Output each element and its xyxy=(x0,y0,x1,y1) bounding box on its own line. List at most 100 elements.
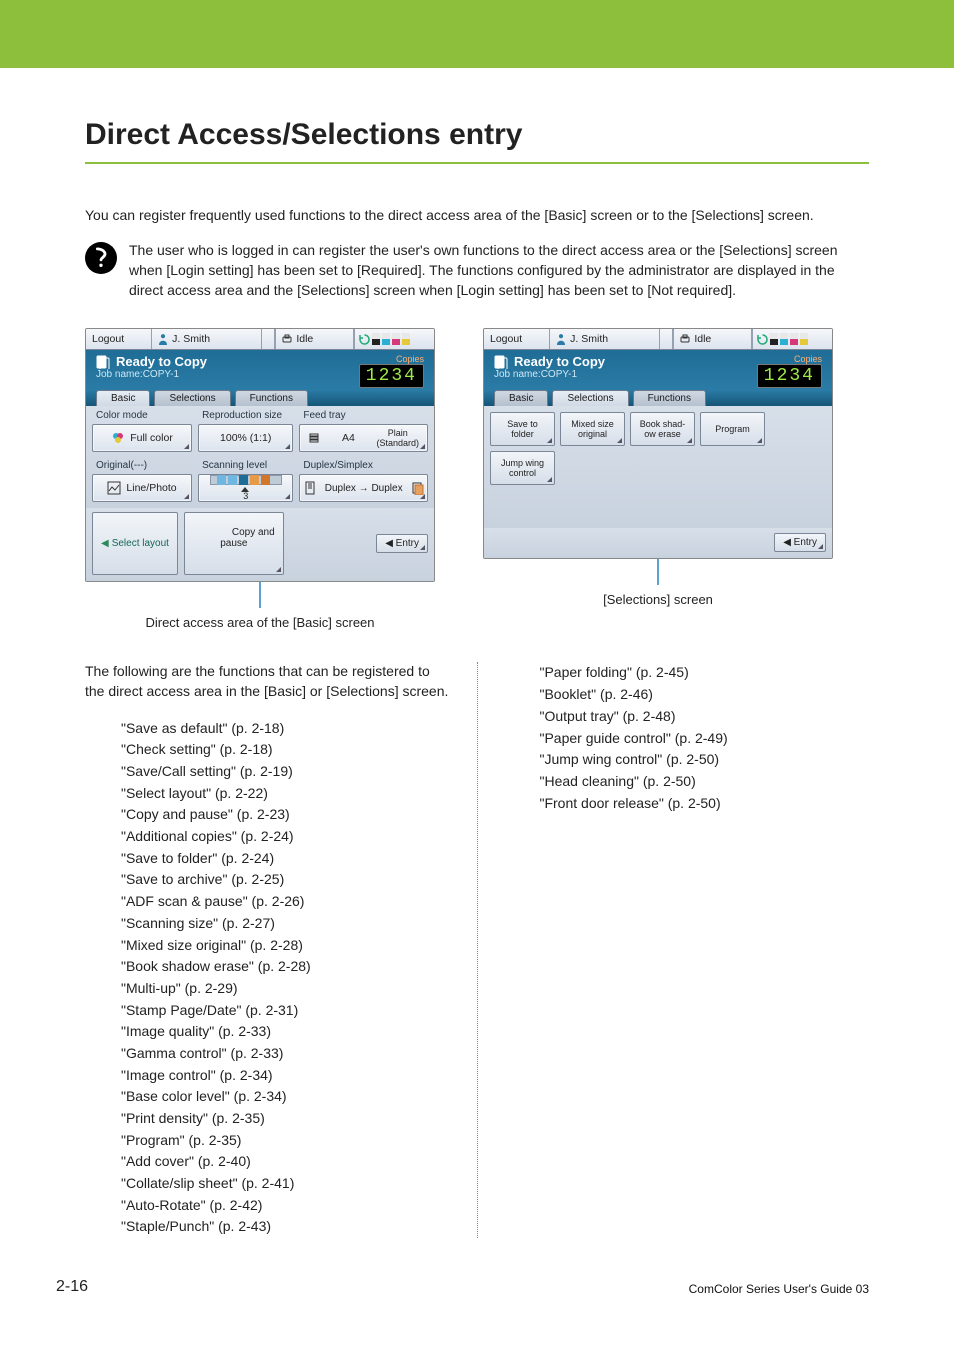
basic-screen-figure: Logout J. Smith Idle xyxy=(85,328,435,656)
ink-m-icon xyxy=(392,333,400,345)
ink-levels xyxy=(354,329,435,349)
function-list-left: "Save as default" (p. 2-18)"Check settin… xyxy=(85,718,451,1239)
user-cell: J. Smith xyxy=(152,329,262,349)
tab-selections[interactable]: Selections xyxy=(154,390,230,406)
function-item: "Output tray" (p. 2-48) xyxy=(540,706,870,728)
color-icon xyxy=(111,431,125,445)
function-item: "Add cover" (p. 2-40) xyxy=(121,1151,451,1173)
list-lead: The following are the functions that can… xyxy=(85,662,451,701)
sel-save-to-folder[interactable]: Save to folder xyxy=(490,412,555,446)
tab-basic[interactable]: Basic xyxy=(96,390,150,406)
copy-pause-label: Copy and pause xyxy=(220,527,274,549)
function-item: "Collate/slip sheet" (p. 2-41) xyxy=(121,1173,451,1195)
scan-label: Scanning level xyxy=(198,458,293,474)
original-button[interactable]: Line/Photo xyxy=(92,474,192,502)
function-item: "Copy and pause" (p. 2-23) xyxy=(121,804,451,826)
page-title: Direct Access/Selections entry xyxy=(85,118,869,152)
copies-value: 1234 xyxy=(359,364,424,388)
entry-button[interactable]: ◀ Entry xyxy=(376,534,428,553)
note-text: The user who is logged in can register t… xyxy=(129,240,869,301)
function-item: "Program" (p. 2-35) xyxy=(121,1130,451,1152)
status-idle-2: Idle xyxy=(673,329,751,349)
function-item: "Save as default" (p. 2-18) xyxy=(121,718,451,740)
function-item: "Book shadow erase" (p. 2-28) xyxy=(121,956,451,978)
sel-jump-wing-control[interactable]: Jump wing control xyxy=(490,451,555,485)
tab-selections-2[interactable]: Selections xyxy=(552,390,628,406)
function-item: "Auto-Rotate" (p. 2-42) xyxy=(121,1195,451,1217)
callout-pointer-2 xyxy=(657,559,659,585)
printer-icon xyxy=(680,334,690,344)
entry-button-2[interactable]: ◀ Entry xyxy=(774,533,826,552)
ink-levels-2 xyxy=(752,329,833,349)
function-item: "Save to folder" (p. 2-24) xyxy=(121,848,451,870)
ready-icon xyxy=(494,355,508,369)
function-item: "Mixed size original" (p. 2-28) xyxy=(121,935,451,957)
selections-screen-figure: Logout J. Smith Idle xyxy=(483,328,833,656)
ink-k-icon xyxy=(372,333,380,345)
ready-title: Ready to Copy xyxy=(116,354,207,369)
select-layout-label: Select layout xyxy=(112,538,169,549)
function-item: "Jump wing control" (p. 2-50) xyxy=(540,749,870,771)
repro-button[interactable]: 100% (1:1) xyxy=(198,424,293,452)
column-separator xyxy=(477,662,478,1238)
color-mode-label: Color mode xyxy=(92,408,192,424)
function-item: "Paper folding" (p. 2-45) xyxy=(540,662,870,684)
logout-button[interactable]: Logout xyxy=(86,329,152,349)
feed-button[interactable]: A4 Plain (Standard) xyxy=(299,424,428,452)
original-value: Line/Photo xyxy=(126,482,176,494)
duplex-button[interactable]: Duplex → Duplex xyxy=(299,474,428,502)
logout-button-2[interactable]: Logout xyxy=(484,329,550,349)
tab-functions[interactable]: Functions xyxy=(235,390,308,406)
copy-and-pause-button[interactable]: Copy and pause xyxy=(184,512,284,575)
user-icon xyxy=(556,333,566,345)
user-icon xyxy=(158,333,168,345)
intro-text: You can register frequently used functio… xyxy=(85,206,869,226)
select-layout-button[interactable]: ◀Select layout xyxy=(92,512,178,575)
ink-c-icon xyxy=(382,333,390,345)
sel-mixed-size-original[interactable]: Mixed size original xyxy=(560,412,625,446)
function-item: "Print density" (p. 2-35) xyxy=(121,1108,451,1130)
sel-program[interactable]: Program xyxy=(700,412,765,446)
duplex-in-icon xyxy=(304,481,318,495)
function-item: "Front door release" (p. 2-50) xyxy=(540,793,870,815)
callout-pointer xyxy=(259,582,261,608)
function-item: "Booklet" (p. 2-46) xyxy=(540,684,870,706)
sel-book-shadow-erase[interactable]: Book shad- ow erase xyxy=(630,412,695,446)
tab-functions-2[interactable]: Functions xyxy=(633,390,706,406)
basic-caption: Direct access area of the [Basic] screen xyxy=(85,615,435,630)
color-mode-value: Full color xyxy=(130,432,173,444)
printer-icon xyxy=(282,334,292,344)
scan-button[interactable]: 3 xyxy=(198,474,293,502)
tab-basic-2[interactable]: Basic xyxy=(494,390,548,406)
function-item: "Gamma control" (p. 2-33) xyxy=(121,1043,451,1065)
refresh-icon xyxy=(757,334,768,345)
entry-label: ◀ Entry xyxy=(385,538,419,549)
note-block: The user who is logged in can register t… xyxy=(85,240,869,301)
feed-value1: A4 xyxy=(342,432,355,444)
function-item: "Head cleaning" (p. 2-50) xyxy=(540,771,870,793)
duplex-out-icon xyxy=(410,481,424,495)
function-item: "Save to archive" (p. 2-25) xyxy=(121,869,451,891)
job-name: Job name:COPY-1 xyxy=(96,369,207,380)
scan-value: 3 xyxy=(243,491,248,501)
duplex-label: Duplex/Simplex xyxy=(299,458,428,474)
function-list-right: "Paper folding" (p. 2-45)"Booklet" (p. 2… xyxy=(504,662,870,814)
page-number: 2-16 xyxy=(56,1278,88,1296)
color-mode-button[interactable]: Full color xyxy=(92,424,192,452)
function-item: "Multi-up" (p. 2-29) xyxy=(121,978,451,1000)
function-item: "Check setting" (p. 2-18) xyxy=(121,739,451,761)
ready-icon xyxy=(96,355,110,369)
feed-value2: Plain (Standard) xyxy=(376,428,419,448)
duplex-value: Duplex → Duplex xyxy=(325,483,403,494)
copies-label: Copies xyxy=(359,354,424,364)
tray-icon xyxy=(308,432,320,444)
ink-y-icon xyxy=(402,333,410,345)
selections-caption: [Selections] screen xyxy=(483,592,833,607)
function-item: "Staple/Punch" (p. 2-43) xyxy=(121,1216,451,1238)
function-item: "Base color level" (p. 2-34) xyxy=(121,1086,451,1108)
repro-label: Reproduction size xyxy=(198,408,293,424)
title-rule xyxy=(85,162,869,164)
guide-title: ComColor Series User's Guide 03 xyxy=(689,1282,869,1296)
function-item: "Image control" (p. 2-34) xyxy=(121,1065,451,1087)
function-item: "Select layout" (p. 2-22) xyxy=(121,783,451,805)
